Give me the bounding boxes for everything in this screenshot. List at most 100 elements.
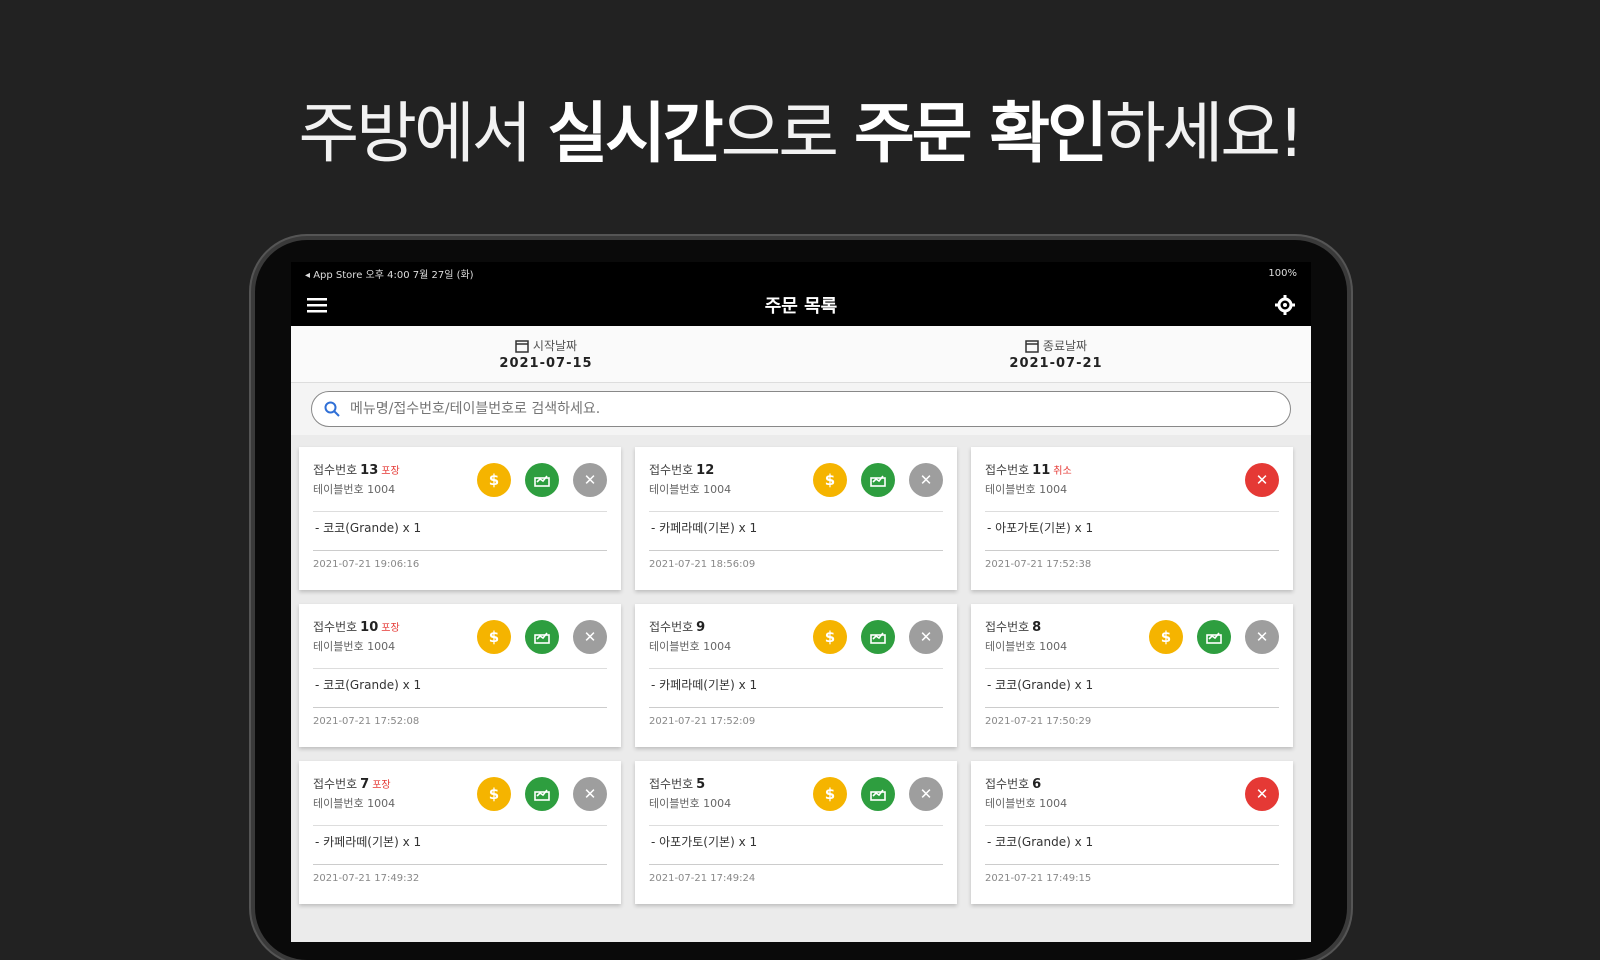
order-number-label: 접수번호 [649, 463, 694, 477]
payment-button[interactable]: $ [813, 777, 847, 811]
payment-button[interactable]: $ [813, 463, 847, 497]
tablet-frame: ◂ App Store 오후 4:00 7월 27일 (화) 100% 주문 목… [255, 240, 1347, 960]
order-item: - 아포가토(기본) x 1 [649, 825, 943, 864]
order-time: 2021-07-21 17:52:08 [313, 707, 607, 727]
content-area: 시작날짜 2021-07-15 종료날짜 2021-07-21 메뉴명/접수번호… [291, 326, 1311, 942]
order-card[interactable]: 접수번호 13 포장 테이블번호 1004 $ ✕ - 코코(Grande) x 1 2021… [299, 447, 621, 590]
order-item: - 코코(Grande) x 1 [985, 668, 1279, 707]
order-number-label: 접수번호 [313, 620, 358, 634]
calendar-icon [1025, 339, 1039, 353]
page-title: 주문 목록 [764, 296, 838, 317]
order-tag: 포장 [372, 780, 391, 791]
start-date-picker[interactable]: 시작날짜 2021-07-15 [291, 326, 801, 382]
cancel-button[interactable]: ✕ [909, 463, 943, 497]
order-number-value: 5 [696, 777, 706, 792]
payment-button[interactable]: $ [477, 463, 511, 497]
search-bar [311, 391, 1291, 427]
order-number-value: 9 [696, 620, 706, 635]
hamburger-icon[interactable] [305, 293, 329, 317]
complete-button[interactable] [525, 777, 559, 811]
order-number: 접수번호 13 포장 [313, 461, 400, 478]
complete-button[interactable] [861, 463, 895, 497]
table-number: 테이블번호 1004 [985, 483, 1068, 496]
order-card[interactable]: 접수번호 12 테이블번호 1004 $ ✕ - 카페라떼(기본) x 1 2021-07-… [635, 447, 957, 590]
headline-part4: 주문 확인 [853, 95, 1108, 172]
table-number: 테이블번호 1004 [649, 640, 732, 653]
start-date-value: 2021-07-15 [499, 356, 593, 371]
order-tag: 취소 [1053, 466, 1072, 477]
payment-button[interactable]: $ [477, 620, 511, 654]
order-number-label: 접수번호 [985, 620, 1030, 634]
order-time: 2021-07-21 17:49:24 [649, 864, 943, 884]
order-actions: ✕ [1245, 463, 1279, 497]
order-number: 접수번호 7 포장 [313, 775, 395, 792]
order-tag: 포장 [381, 623, 400, 634]
order-number-label: 접수번호 [649, 777, 694, 791]
order-number: 접수번호 9 [649, 618, 731, 635]
order-time: 2021-07-21 17:49:32 [313, 864, 607, 884]
order-number: 접수번호 10 포장 [313, 618, 400, 635]
start-date-label: 시작날짜 [532, 339, 578, 353]
delete-button[interactable]: ✕ [1245, 463, 1279, 497]
payment-button[interactable]: $ [813, 620, 847, 654]
tablet-screen: ◂ App Store 오후 4:00 7월 27일 (화) 100% 주문 목… [291, 262, 1311, 942]
battery-text: 100% [1268, 267, 1297, 279]
order-actions: ✕ [1245, 777, 1279, 811]
search-icon [324, 401, 340, 417]
table-number: 테이블번호 1004 [313, 483, 396, 496]
table-number: 테이블번호 1004 [649, 797, 732, 810]
complete-button[interactable] [861, 620, 895, 654]
date-range-bar: 시작날짜 2021-07-15 종료날짜 2021-07-21 [291, 326, 1311, 383]
cancel-button[interactable]: ✕ [909, 777, 943, 811]
order-time: 2021-07-21 17:50:29 [985, 707, 1279, 727]
order-number: 접수번호 11 취소 [985, 461, 1072, 478]
order-time: 2021-07-21 19:06:16 [313, 550, 607, 570]
end-date-label: 종료날짜 [1042, 339, 1088, 353]
order-number: 접수번호 5 [649, 775, 731, 792]
cancel-button[interactable]: ✕ [909, 620, 943, 654]
order-number: 접수번호 6 [985, 775, 1067, 792]
payment-button[interactable]: $ [1149, 620, 1183, 654]
complete-button[interactable] [525, 463, 559, 497]
order-time: 2021-07-21 17:49:15 [985, 864, 1279, 884]
cancel-button[interactable]: ✕ [573, 777, 607, 811]
order-item: - 코코(Grande) x 1 [313, 511, 607, 550]
order-actions: $ ✕ [477, 463, 607, 497]
order-number-label: 접수번호 [985, 463, 1030, 477]
order-actions: $ ✕ [813, 777, 943, 811]
end-date-picker[interactable]: 종료날짜 2021-07-21 [801, 326, 1311, 382]
payment-button[interactable]: $ [477, 777, 511, 811]
search-input[interactable] [348, 400, 1278, 418]
headline-part3: 으로 [720, 95, 854, 172]
table-number: 테이블번호 1004 [313, 797, 396, 810]
order-card[interactable]: 접수번호 11 취소테이블번호 1004 ✕ - 아포가토(기본) x 1 2021-07… [971, 447, 1293, 590]
order-card[interactable]: 접수번호 6 테이블번호 1004 ✕ - 코코(Grande) x 1 2021-07-… [971, 761, 1293, 904]
complete-button[interactable] [525, 620, 559, 654]
order-card[interactable]: 접수번호 5 테이블번호 1004 $ ✕ - 아포가토(기본) x 1 2021-07-2… [635, 761, 957, 904]
order-number-value: 7 [360, 777, 370, 792]
order-card[interactable]: 접수번호 9 테이블번호 1004 $ ✕ - 카페라떼(기본) x 1 2021-07-2… [635, 604, 957, 747]
order-grid: 접수번호 13 포장 테이블번호 1004 $ ✕ - 코코(Grande) x 1 2021… [291, 435, 1311, 916]
order-item: - 카페라떼(기본) x 1 [649, 668, 943, 707]
cancel-button[interactable]: ✕ [1245, 620, 1279, 654]
calendar-icon [515, 339, 529, 353]
order-card[interactable]: 접수번호 10 포장 테이블번호 1004 $ ✕ - 코코(Grande) x 1 2021… [299, 604, 621, 747]
complete-button[interactable] [861, 777, 895, 811]
cancel-button[interactable]: ✕ [573, 463, 607, 497]
gear-icon[interactable] [1273, 293, 1297, 317]
order-item: - 카페라떼(기본) x 1 [649, 511, 943, 550]
status-bar: ◂ App Store 오후 4:00 7월 27일 (화) 100% [291, 262, 1311, 284]
table-number: 테이블번호 1004 [985, 797, 1068, 810]
order-number: 접수번호 12 [649, 461, 731, 478]
order-card[interactable]: 접수번호 7 포장 테이블번호 1004 $ ✕ - 카페라떼(기본) x 1 2021-07… [299, 761, 621, 904]
complete-button[interactable] [1197, 620, 1231, 654]
order-time: 2021-07-21 17:52:38 [985, 550, 1279, 570]
cancel-button[interactable]: ✕ [573, 620, 607, 654]
headline-part2: 실시간 [547, 95, 723, 172]
order-card[interactable]: 접수번호 8 테이블번호 1004 $ ✕ - 코코(Grande) x 1 2021-07… [971, 604, 1293, 747]
table-number: 테이블번호 1004 [649, 483, 732, 496]
order-number-label: 접수번호 [985, 777, 1030, 791]
delete-button[interactable]: ✕ [1245, 777, 1279, 811]
order-item: - 아포가토(기본) x 1 [985, 511, 1279, 550]
order-number-label: 접수번호 [313, 463, 358, 477]
